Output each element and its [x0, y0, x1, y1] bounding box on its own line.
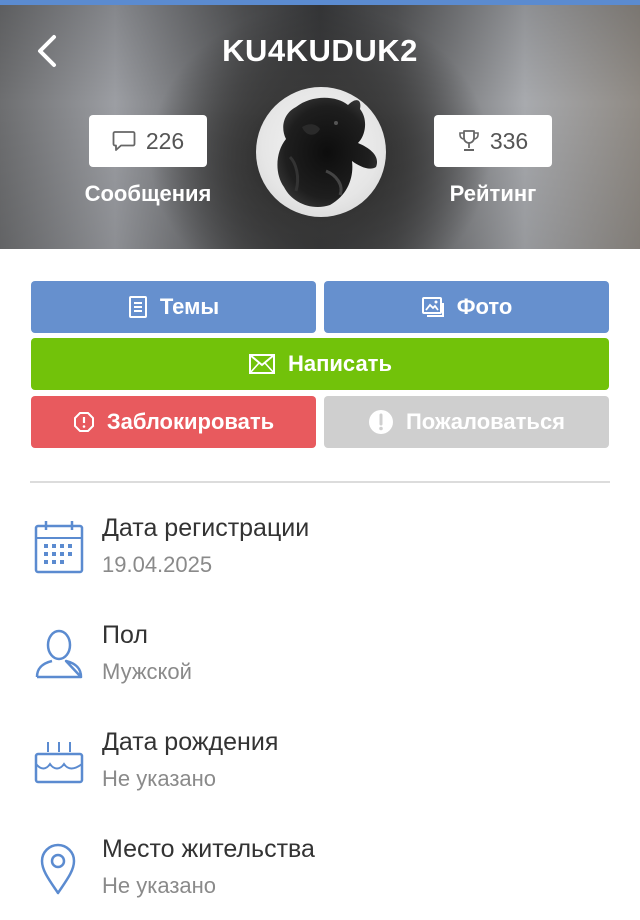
rating-count-box[interactable]: 336	[434, 115, 552, 167]
info-label: Пол	[102, 621, 148, 649]
messages-count-box[interactable]: 226	[89, 115, 207, 167]
photo-button[interactable]: Фото	[324, 281, 609, 333]
trophy-icon	[459, 130, 479, 151]
topics-button-label: Темы	[159, 294, 220, 319]
birthday-cake-icon	[34, 742, 84, 784]
report-user-button-label: Пожаловаться	[405, 409, 566, 434]
info-value: Не указано	[102, 873, 217, 898]
chevron-left-icon	[38, 35, 56, 67]
speech-bubble-icon	[112, 131, 136, 151]
write-message-button-label: Написать	[288, 351, 392, 376]
rating-label: Рейтинг	[449, 181, 537, 206]
rating-count: 336	[489, 127, 529, 154]
info-row-residence: Место жительства Не указано	[30, 835, 610, 920]
avatar-cat-photo	[277, 97, 378, 207]
write-message-button[interactable]: Написать	[31, 338, 609, 390]
envelope-icon	[249, 354, 275, 374]
photo-album-icon	[421, 297, 444, 317]
avatar[interactable]	[256, 87, 386, 217]
report-user-button[interactable]: Пожаловаться	[324, 396, 609, 448]
info-value: 19.04.2025	[102, 552, 213, 577]
info-value: Не указано	[102, 766, 217, 791]
info-label: Место жительства	[102, 835, 315, 863]
topics-button[interactable]: Темы	[31, 281, 316, 333]
person-icon	[35, 629, 83, 679]
stop-octagon-icon	[73, 412, 94, 432]
photo-button-label: Фото	[456, 294, 513, 319]
info-label: Дата рождения	[102, 728, 279, 756]
info-label: Дата регистрации	[102, 514, 310, 542]
info-value: Мужской	[102, 659, 192, 684]
back-button[interactable]	[30, 31, 70, 71]
document-icon	[128, 296, 147, 318]
info-row-registration-date: Дата регистрации 19.04.2025	[30, 514, 610, 604]
info-row-birth-date: Дата рождения Не указано	[30, 728, 610, 818]
messages-count: 226	[145, 127, 185, 154]
page-title: KU4KUDUK2	[222, 33, 418, 68]
info-row-gender: Пол Мужской	[30, 621, 610, 711]
profile-header: KU4KUDUK2 226 Сообщения 336 Рейтинг	[0, 5, 640, 249]
section-divider	[30, 481, 610, 483]
block-user-button-label: Заблокировать	[106, 409, 275, 434]
messages-label: Сообщения	[84, 181, 212, 206]
location-pin-icon	[40, 843, 76, 895]
exclamation-circle-icon	[368, 410, 393, 434]
calendar-icon	[34, 521, 84, 574]
block-user-button[interactable]: Заблокировать	[31, 396, 316, 448]
